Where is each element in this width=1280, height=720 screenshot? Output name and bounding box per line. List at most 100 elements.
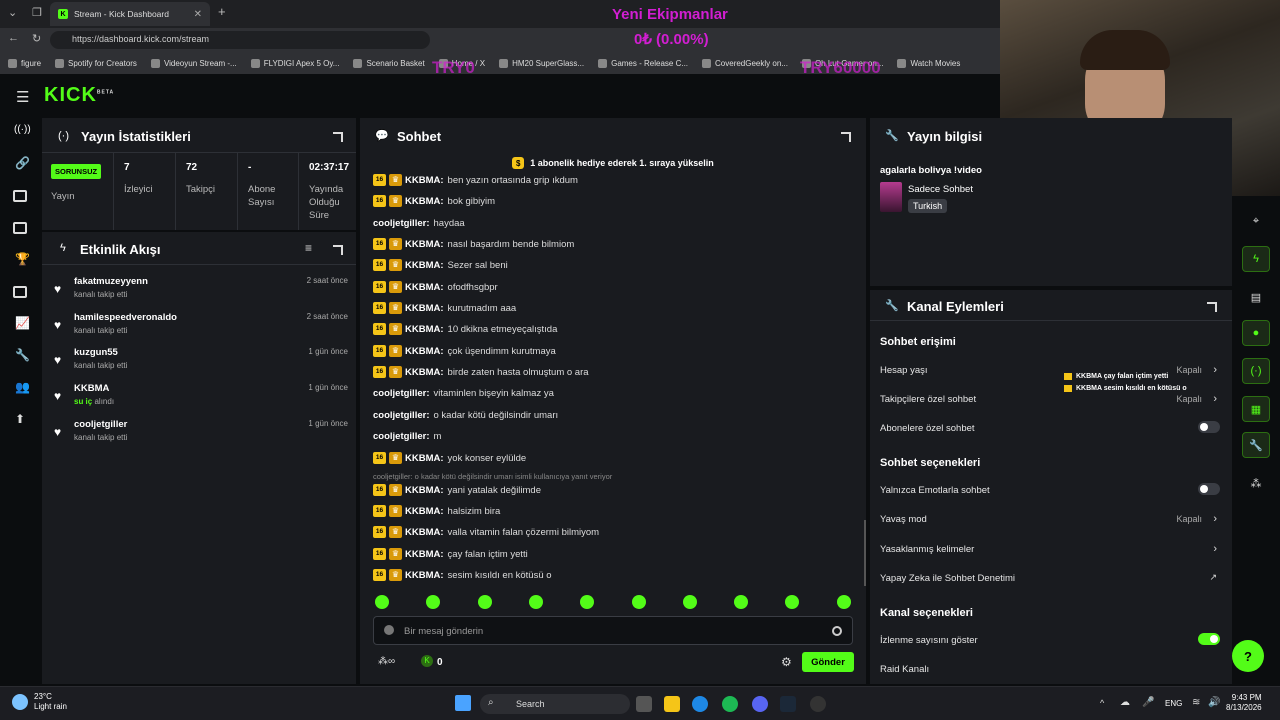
video-icon[interactable]	[13, 286, 27, 298]
taskbar-search[interactable]: Search	[480, 694, 630, 714]
menu-icon[interactable]: ☰	[16, 88, 29, 106]
emote-icon[interactable]	[631, 595, 646, 609]
document-icon[interactable]: ▤	[1242, 284, 1270, 310]
chat-username[interactable]: cooljetgiller:	[373, 431, 430, 442]
kick-points-icon[interactable]: ⁂∞	[378, 656, 395, 667]
volume-icon[interactable]: 🔊	[1208, 697, 1220, 708]
chat-username[interactable]: KKBMA:	[405, 260, 444, 271]
tab-list-icon[interactable]: ⌄	[8, 6, 17, 19]
weather-widget[interactable]: 23°C Light rain	[12, 692, 67, 712]
activity-item[interactable]: ♥ KKBMA su iç alındı 1 gün önce	[52, 383, 348, 419]
system-clock[interactable]: 9:43 PM 8/13/2026	[1226, 693, 1262, 713]
chat-message[interactable]: 16 ♛ KKBMA: kurutmadım aaa	[373, 300, 516, 316]
analytics-icon[interactable]: 📈	[15, 316, 30, 330]
task-view-icon[interactable]	[636, 696, 652, 712]
edge-icon[interactable]	[692, 696, 708, 712]
chat-username[interactable]: KKBMA:	[405, 506, 444, 517]
language-indicator[interactable]: ENG	[1165, 699, 1182, 708]
chat-message[interactable]: 16 ♛ KKBMA: yok konser eylülde	[373, 450, 526, 466]
file-explorer-icon[interactable]	[664, 696, 680, 712]
expand-icon[interactable]	[333, 245, 343, 255]
filter-icon[interactable]: ≡	[305, 241, 312, 255]
kick-points-icon[interactable]: ⁂	[1242, 470, 1270, 496]
expand-icon[interactable]	[1207, 302, 1217, 312]
followers-only-row[interactable]: Takipçilere özel sohbet Kapalı ›	[880, 393, 1220, 412]
emoji-icon[interactable]	[832, 626, 842, 636]
broadcast-icon[interactable]: ((·))	[14, 124, 31, 135]
ai-moderation-row[interactable]: Yapay Zeka ile Sohbet Denetimi ↗	[880, 572, 1220, 591]
chat-username[interactable]: KKBMA:	[405, 303, 444, 314]
layout-icon[interactable]: ▦	[1242, 396, 1270, 422]
url-field[interactable]: https://dashboard.kick.com/stream	[50, 31, 430, 49]
activity-item[interactable]: ♥ fakatmuzeyyenn kanalı takip etti 2 saa…	[52, 276, 348, 312]
steam-icon[interactable]	[780, 696, 796, 712]
activity-item[interactable]: ♥ cooljetgiller kanalı takip etti 1 gün …	[52, 419, 348, 455]
chat-message[interactable]: 16 ♛ KKBMA: yani yatalak değilimde	[373, 482, 541, 498]
chat-username[interactable]: KKBMA:	[405, 367, 444, 378]
chat-message[interactable]: 16 ♛ KKBMA: valla vitamin falan çözermi bil…	[373, 524, 599, 540]
emote-icon[interactable]	[477, 595, 492, 609]
bookmark-item[interactable]: Videoyun Stream -...	[150, 58, 237, 68]
chat-input[interactable]: Bir mesaj gönderin	[373, 616, 853, 645]
chat-message[interactable]: 16 ♛ KKBMA: çok üşendimm kurutmaya	[373, 343, 556, 359]
chat-message[interactable]: cooljetgiller: m	[373, 428, 441, 444]
new-tab-icon[interactable]: +	[218, 4, 226, 19]
chat-message[interactable]: 16 ♛ KKBMA: nasıl başardım bende bilmiom	[373, 236, 574, 252]
chat-message[interactable]: 16 ♛ KKBMA: sesim kısıldı en kötüsü o	[373, 567, 552, 583]
chat-bubble-icon[interactable]: ●	[1242, 320, 1270, 346]
discord-icon[interactable]	[752, 696, 768, 712]
chat-username[interactable]: KKBMA:	[405, 346, 444, 357]
trophy-icon[interactable]: 🏆	[15, 252, 30, 266]
wrench-icon[interactable]: 🔧	[15, 348, 30, 362]
bookmark-item[interactable]: CoveredGeekly on...	[702, 58, 788, 68]
chevron-up-icon[interactable]: ^	[1100, 698, 1104, 708]
category-name[interactable]: Sadece Sohbet	[908, 184, 973, 195]
spotify-icon[interactable]	[722, 696, 738, 712]
subs-only-toggle[interactable]	[1198, 421, 1220, 433]
raid-channel-row[interactable]: Raid Kanalı	[880, 664, 1220, 682]
bookmark-item[interactable]: FLYDIGI Apex 5 Oy...	[250, 58, 339, 68]
chat-username[interactable]: KKBMA:	[405, 324, 444, 335]
chat-message[interactable]: 16 ♛ KKBMA: 10 dkikna etmeyeçalıştıda	[373, 321, 557, 337]
wifi-icon[interactable]: ≋	[1192, 697, 1200, 708]
chat-username[interactable]: KKBMA:	[405, 549, 444, 560]
chat-username[interactable]: KKBMA:	[405, 527, 444, 538]
lightning-icon[interactable]: ϟ	[1242, 246, 1270, 272]
help-button[interactable]: ?	[1232, 640, 1264, 672]
browser-tab[interactable]: K Stream - Kick Dashboard ✕	[50, 2, 210, 26]
upload-icon[interactable]: ⬆	[15, 412, 25, 426]
activity-item[interactable]: ♥ hamilespeedveronaldo kanalı takip etti…	[52, 312, 348, 348]
expand-icon[interactable]	[333, 132, 343, 142]
emote-only-toggle[interactable]	[1198, 483, 1220, 495]
emote-icon[interactable]	[528, 595, 543, 609]
bookmark-item[interactable]: Spotify for Creators	[55, 58, 137, 68]
back-icon[interactable]: ←	[8, 32, 19, 44]
chat-username[interactable]: KKBMA:	[405, 453, 444, 464]
expand-icon[interactable]	[841, 132, 851, 142]
emote-icon[interactable]	[375, 595, 389, 609]
emote-icon[interactable]	[682, 595, 697, 609]
chat-message[interactable]: cooljetgiller: haydaa	[373, 215, 465, 231]
chat-message[interactable]: cooljetgiller: o kadar kötü değilsindir u…	[373, 407, 558, 423]
broadcast-icon[interactable]: (·)	[1242, 358, 1270, 384]
start-icon[interactable]	[455, 695, 471, 711]
link-icon[interactable]: 🔗	[15, 156, 30, 170]
chat-username[interactable]: KKBMA:	[405, 282, 444, 293]
chat-username[interactable]: KKBMA:	[405, 570, 444, 581]
activity-item[interactable]: ♥ kuzgun55 kanalı takip etti 1 gün önce	[52, 347, 348, 383]
chat-message[interactable]: cooljetgiller: vitaminlen bişeyin kalmaz …	[373, 385, 554, 401]
chat-username[interactable]: KKBMA:	[405, 175, 444, 186]
bookmark-item[interactable]: Watch Movies	[897, 58, 960, 68]
kicks-icon[interactable]: K	[421, 655, 433, 667]
chat-message[interactable]: 16 ♛ KKBMA: Sezer sal beni	[373, 257, 508, 273]
chat-username[interactable]: cooljetgiller:	[373, 388, 430, 399]
wrench-icon[interactable]: 🔧	[1242, 432, 1270, 458]
chat-username[interactable]: cooljetgiller:	[373, 410, 430, 421]
send-button[interactable]: Gönder	[802, 652, 854, 672]
chat-message[interactable]: 16 ♛ KKBMA: çay falan içtim yetti	[373, 546, 528, 562]
window-icon[interactable]	[13, 190, 27, 202]
emote-shortcut-icon[interactable]	[384, 625, 394, 635]
chat-message[interactable]: 16 ♛ KKBMA: halsizim bira	[373, 503, 500, 519]
emote-icon[interactable]	[734, 595, 749, 609]
bookmark-item[interactable]: HM20 SuperGlass...	[499, 58, 584, 68]
